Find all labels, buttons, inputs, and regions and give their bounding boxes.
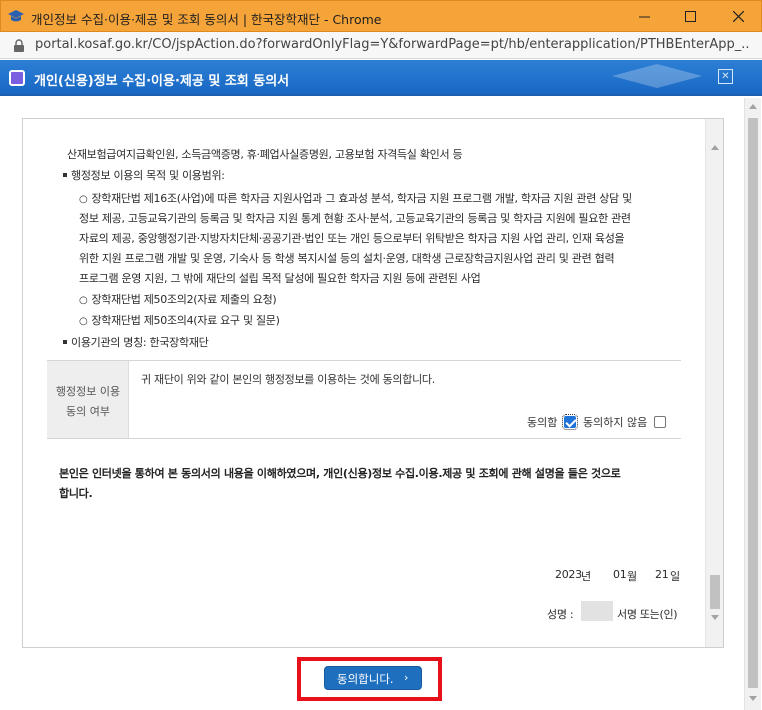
minimize-icon xyxy=(638,16,650,18)
law-item-text: 장학재단법 제50조의4(자료 요구 및 질문) xyxy=(91,314,280,327)
date-month-unit: 월 xyxy=(627,570,637,583)
purpose-line: 정보 제공, 고등교육기관의 등록금 및 학자금 지원 통계 현황 조사·분석,… xyxy=(79,212,631,225)
circle-bullet-icon: ○ xyxy=(79,295,88,306)
consent-statement: 귀 재단이 위와 같이 본인의 행정정보를 이용하는 것에 동의합니다. xyxy=(141,373,435,386)
law-item: ○ 장학재단법 제50조의4(자료 요구 및 질문) xyxy=(79,312,280,328)
document-scrollbar-thumb[interactable] xyxy=(710,575,720,609)
disagree-checkbox[interactable] xyxy=(654,416,666,428)
circle-bullet-icon: ○ xyxy=(79,194,88,205)
circle-bullet-icon: ○ xyxy=(79,316,88,327)
square-bullet-icon xyxy=(63,173,67,177)
consent-table: 행정정보 이용 동의 여부 귀 재단이 위와 같이 본인의 행정정보를 이용하는… xyxy=(47,360,681,439)
consent-header-line: 동의 여부 xyxy=(66,405,110,418)
date-year: 2023 xyxy=(555,568,582,581)
purpose-heading: 행정정보 이용의 목적 및 이용범위: xyxy=(63,167,225,183)
address-bar[interactable]: portal.kosaf.go.kr/CO/jspAction.do?forwa… xyxy=(0,32,762,59)
popup-title: 개인(신용)정보 수집·이용·제공 및 조회 동의서 xyxy=(34,74,290,89)
law-item: ○ 장학재단법 제50조의2(자료 제출의 요청) xyxy=(79,291,277,307)
purpose-heading-text: 행정정보 이용의 목적 및 이용범위: xyxy=(71,169,225,182)
scroll-down-arrow-icon[interactable] xyxy=(711,615,719,620)
agency-line: 이용기관의 명칭: 한국장학재단 xyxy=(63,334,209,350)
date-month: 01 xyxy=(613,568,627,581)
consent-document-frame: 산재보험급여지급확인원, 소득금액증명, 휴·폐업사실증명원, 고용보험 자격득… xyxy=(22,118,724,648)
purpose-line-text: 장학재단법 제16조(사업)에 따른 학자금 지원사업과 그 효과성 분석, 학… xyxy=(91,192,632,205)
scroll-down-arrow-icon[interactable] xyxy=(749,696,757,701)
purpose-line: 위한 지원 프로그램 개발 및 운영, 기숙사 등 학생 복지시설 등의 설치·… xyxy=(79,252,615,265)
window-title: 개인정보 수집·이용·제공 및 조회 동의서 | 한국장학재단 - Chrome xyxy=(31,12,382,27)
law-item-text: 장학재단법 제50조의2(자료 제출의 요청) xyxy=(91,293,277,306)
popup-header: 개인(신용)정보 수집·이용·제공 및 조회 동의서 ✕ xyxy=(0,60,762,96)
signature-label: 성명 : xyxy=(547,608,574,621)
document-scrollbar[interactable] xyxy=(705,119,723,647)
lock-icon xyxy=(14,39,24,52)
agree-button[interactable]: 동의합니다. › xyxy=(324,666,422,690)
scroll-up-arrow-icon[interactable] xyxy=(711,145,719,150)
square-bullet-icon xyxy=(63,340,67,344)
date-day-unit: 일 xyxy=(670,570,680,583)
purpose-line: 자료의 제공, 중앙행정기관·지방자치단체·공공기관·법인 또는 개인 등으로부… xyxy=(79,232,625,245)
signature-name-redacted xyxy=(581,601,613,621)
date-year-unit: 년 xyxy=(581,570,591,583)
window-titlebar: 개인정보 수집·이용·제공 및 조회 동의서 | 한국장학재단 - Chrome xyxy=(0,0,762,32)
close-icon xyxy=(732,11,744,22)
page-scrollbar[interactable] xyxy=(744,98,761,710)
popup-window-icon xyxy=(9,70,25,86)
maximize-button[interactable] xyxy=(667,1,713,32)
agency-text: 이용기관의 명칭: 한국장학재단 xyxy=(71,336,209,349)
consent-header-line: 행정정보 이용 xyxy=(55,385,121,398)
close-button[interactable] xyxy=(715,1,761,32)
graduation-cap-icon xyxy=(8,10,24,22)
signature-suffix: 서명 또는(인) xyxy=(617,608,678,621)
graduation-cap-watermark-icon xyxy=(612,64,702,88)
maximize-icon xyxy=(684,11,696,22)
document-text-line: 산재보험급여지급확인원, 소득금액증명, 휴·폐업사실증명원, 고용보험 자격득… xyxy=(67,148,463,161)
statement-line: 본인은 인터넷을 통하여 본 동의서의 내용을 이해하였으며, 개인(신용)정보… xyxy=(59,467,621,480)
consent-table-header: 행정정보 이용 동의 여부 xyxy=(47,361,129,438)
purpose-line: 프로그램 운영 지원, 그 밖에 재단의 설립 목적 달성에 필요한 학자금 지… xyxy=(79,272,481,285)
consent-document-content: 산재보험급여지급확인원, 소득금액증명, 휴·폐업사실증명원, 고용보험 자격득… xyxy=(23,119,705,647)
scroll-up-arrow-icon[interactable] xyxy=(749,104,757,109)
agree-option-label[interactable]: 동의함 xyxy=(527,414,557,430)
minimize-button[interactable] xyxy=(621,1,667,32)
chevron-right-icon: › xyxy=(404,671,409,684)
date-day: 21 xyxy=(655,568,669,581)
agree-checkbox[interactable] xyxy=(562,414,578,430)
purpose-line: ○ 장학재단법 제16조(사업)에 따른 학자금 지원사업과 그 효과성 분석, … xyxy=(79,190,632,206)
url-text[interactable]: portal.kosaf.go.kr/CO/jspAction.do?forwa… xyxy=(35,37,750,52)
page-scrollbar-thumb[interactable] xyxy=(748,118,758,688)
statement-line: 합니다. xyxy=(59,487,93,500)
agree-button-label: 동의합니다. xyxy=(337,672,394,686)
disagree-option-label[interactable]: 동의하지 않음 xyxy=(583,414,647,430)
popup-close-icon[interactable]: ✕ xyxy=(718,69,733,84)
